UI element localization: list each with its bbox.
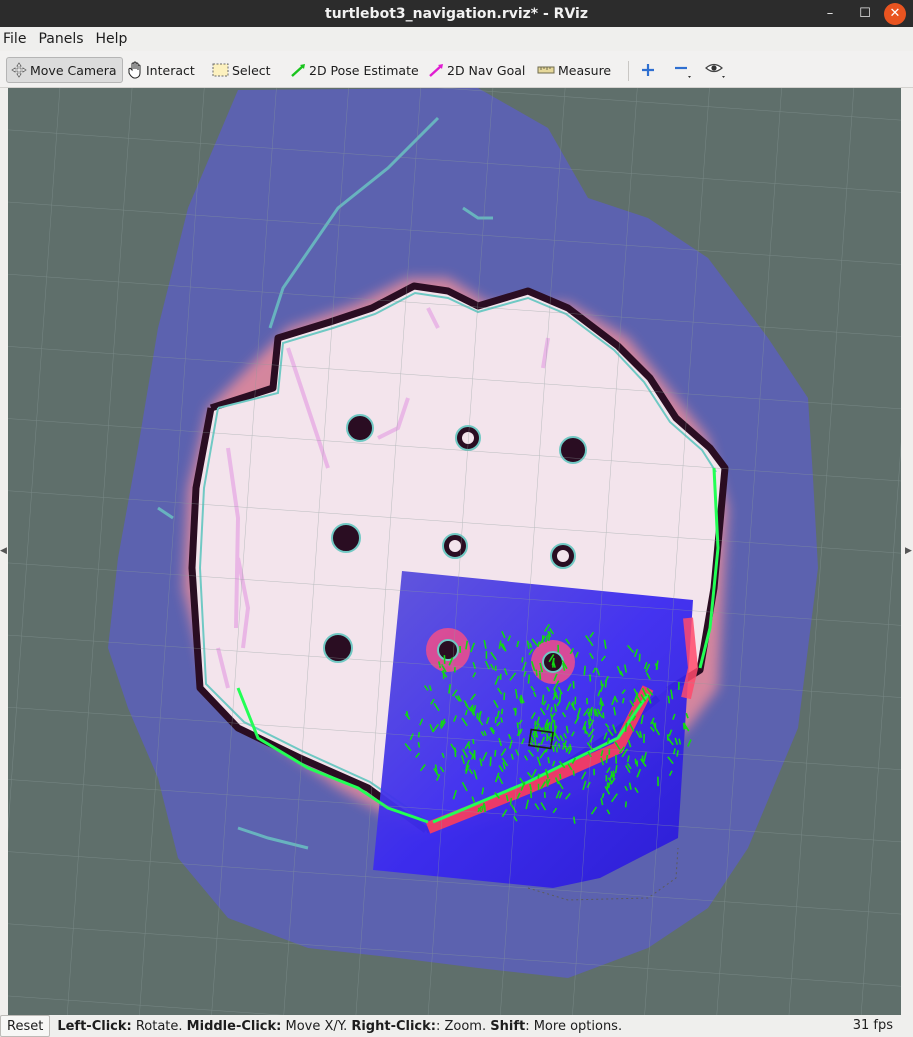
hand-icon: [128, 61, 141, 79]
move-camera-label: Move Camera: [30, 62, 117, 78]
menu-bar: File Panels Help: [0, 27, 913, 50]
ruler-icon: [537, 66, 555, 74]
select-button[interactable]: Select: [212, 57, 271, 83]
interact-button[interactable]: Interact: [127, 57, 195, 83]
move-camera-icon: [11, 62, 27, 78]
add-tool-button[interactable]: [640, 57, 656, 83]
window-title: turtlebot3_navigation.rviz* - RViz: [325, 5, 588, 22]
reset-button[interactable]: Reset: [0, 1015, 51, 1037]
render-viewport[interactable]: [8, 88, 901, 1015]
minimize-icon[interactable]: –: [812, 0, 848, 27]
minus-icon: [675, 66, 691, 78]
magenta-arrow-icon: [429, 64, 443, 77]
mouse-hint: Left-Click: Rotate. Middle-Click: Move X…: [57, 1018, 623, 1034]
pose-estimate-button[interactable]: 2D Pose Estimate: [290, 57, 419, 83]
green-arrow-icon: [291, 64, 305, 77]
pose-estimate-label: 2D Pose Estimate: [309, 62, 419, 78]
select-label: Select: [232, 62, 271, 78]
status-bar: Reset Left-Click: Rotate. Middle-Click: …: [0, 1015, 913, 1037]
nav-goal-label: 2D Nav Goal: [447, 62, 526, 78]
map-render[interactable]: [8, 88, 901, 1015]
plus-icon: [642, 64, 654, 76]
move-camera-button[interactable]: Move Camera: [6, 57, 123, 83]
menu-help[interactable]: Help: [93, 31, 135, 47]
tools-toolbar: Move Camera Interact Select 2D Pose Esti…: [0, 51, 913, 88]
window-titlebar: turtlebot3_navigation.rviz* - RViz – ☐ ✕: [0, 0, 913, 27]
toolbar-separator: [628, 61, 629, 81]
measure-label: Measure: [558, 62, 612, 78]
left-dock-handle[interactable]: ◀: [0, 546, 7, 556]
right-dock-handle[interactable]: ▶: [905, 546, 912, 556]
interact-label: Interact: [146, 62, 195, 78]
remove-tool-button[interactable]: [673, 57, 695, 83]
eye-icon: [705, 63, 725, 78]
fps-counter: 31 fps: [852, 1018, 893, 1033]
close-icon[interactable]: ✕: [884, 2, 906, 25]
view-options-button[interactable]: [705, 57, 729, 83]
select-box-icon: [212, 63, 229, 77]
grid-overlay: [8, 88, 901, 1015]
measure-button[interactable]: Measure: [537, 57, 611, 83]
menu-panels[interactable]: Panels: [35, 31, 90, 47]
menu-file[interactable]: File: [0, 31, 33, 47]
close-button[interactable]: ✕: [877, 0, 913, 27]
nav-goal-button[interactable]: 2D Nav Goal: [428, 57, 525, 83]
